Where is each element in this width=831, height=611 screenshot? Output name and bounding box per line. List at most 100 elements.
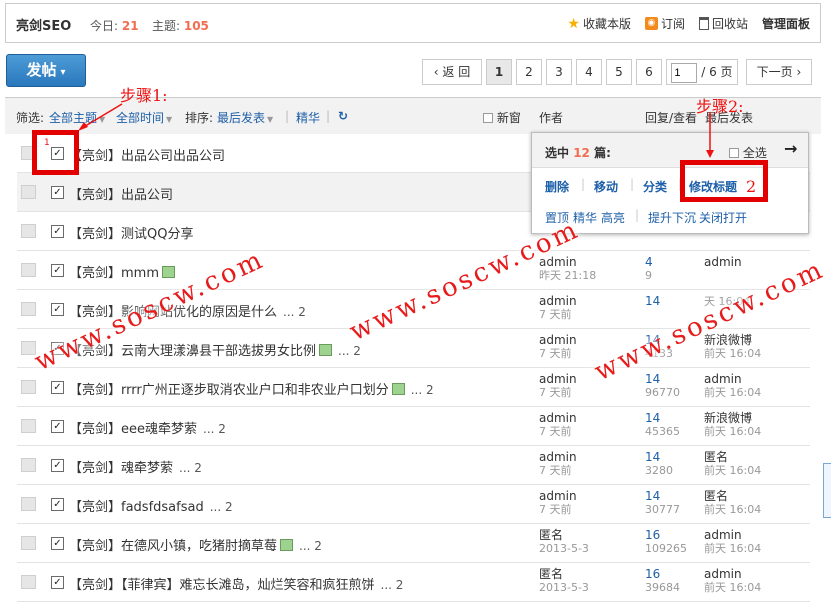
thread-author: 匿名 2013-5-3 [539,568,589,595]
author-name[interactable]: admin [539,373,577,386]
thread-title-line: 【亮剑】fadsfdsafsad ... 2 [69,496,233,515]
delete-button[interactable]: 删除 [545,178,569,195]
thread-row[interactable]: ✓ 【亮剑】在德风小镇，吃猪肘摘草莓 ... 2 匿名 2013-5-3 16 109265… [17,524,810,563]
digest-button[interactable]: 精华 [573,209,597,226]
thread-title[interactable]: 【亮剑】在德风小镇，吃猪肘摘草莓 [69,539,277,554]
author-name[interactable]: 匿名 [539,529,589,542]
sort-last-post[interactable]: 最后发表 ▼ [217,109,273,126]
page-5[interactable]: 5 [606,59,632,85]
reply-count[interactable]: 16 [645,568,680,581]
last-time: 前天 16:04 [704,542,762,555]
page-6[interactable]: 6 [636,59,662,85]
reply-count[interactable]: 14 [645,295,660,308]
reply-count[interactable]: 14 [645,490,680,503]
thread-checkbox[interactable]: ✓ [51,576,64,589]
thread-pages[interactable]: ... 2 [411,383,434,397]
recycle-link[interactable]: 回收站 [698,15,748,32]
image-icon [162,266,175,278]
next-page-button[interactable]: 下一页 › [746,59,812,85]
side-tab[interactable] [823,463,831,518]
reply-count[interactable]: 14 [645,373,680,386]
last-user[interactable]: 新浪微博 [704,412,761,425]
arrow-right-icon[interactable]: → [784,139,797,158]
thread-last-post: 匿名 前天 16:04 [704,490,761,517]
thread-last-post: admin 前天 16:04 [704,529,762,556]
author-name[interactable]: admin [539,334,577,347]
thread-row[interactable]: ✓ 【亮剑】eee魂牵梦萦 ... 2 admin 7 天前 14 45365 新浪微博 前天 … [17,407,810,446]
thread-checkbox[interactable]: ✓ [51,381,64,394]
checkbox-icon [483,113,493,123]
thread-checkbox[interactable]: ✓ [51,186,64,199]
view-count: 30777 [645,503,680,516]
thread-pages[interactable]: ... 2 [283,305,306,319]
last-user[interactable]: admin [704,373,761,386]
filter-digest[interactable]: 精华 [296,109,320,126]
thread-row[interactable]: ✓ 【亮剑】【菲律宾】难忘长滩岛，灿烂笑容和疯狂煎饼 ... 2 匿名 2013-5-3… [17,563,810,602]
thread-checkbox[interactable]: ✓ [51,225,64,238]
thread-pages[interactable]: ... 2 [299,539,322,553]
reply-count[interactable]: 16 [645,529,687,542]
thread-row[interactable]: ✓ 【亮剑】魂牵梦萦 ... 2 admin 7 天前 14 3280 匿名 前天 16:04 [17,446,810,485]
page-4[interactable]: 4 [576,59,602,85]
new-window-toggle[interactable]: 新窗 [483,109,521,126]
thread-title[interactable]: 【亮剑】rrrr广州正逐步取消农业户口和非农业户口划分 [69,383,389,398]
thread-checkbox[interactable]: ✓ [51,264,64,277]
thread-checkbox[interactable]: ✓ [51,537,64,550]
page-3[interactable]: 3 [546,59,572,85]
thread-pages[interactable]: ... 2 [381,578,404,592]
page-input[interactable] [671,63,698,83]
refresh-icon[interactable]: ↻ [338,109,348,123]
last-user[interactable]: admin [704,529,761,542]
thread-checkbox[interactable]: ✓ [51,420,64,433]
favorite-link[interactable]: ★ 收藏本版 [567,15,631,32]
thread-pages[interactable]: ... 2 [179,461,202,475]
author-name[interactable]: 匿名 [539,568,589,581]
author-name[interactable]: admin [539,295,577,308]
thread-checkbox[interactable]: ✓ [51,303,64,316]
last-user[interactable]: 匿名 [704,490,761,503]
thread-checkbox[interactable]: ✓ [51,459,64,472]
thread-title[interactable]: 【亮剑】【菲律宾】难忘长滩岛，灿烂笑容和疯狂煎饼 [69,578,375,593]
subscribe-link[interactable]: ◉ 订阅 [644,15,685,32]
view-count: 109265 [645,542,687,555]
thread-title-line: 【亮剑】在德风小镇，吃猪肘摘草莓 ... 2 [69,535,322,554]
classify-button[interactable]: 分类 [643,178,667,195]
last-time: 前天 16:04 [704,464,762,477]
last-user[interactable]: 匿名 [704,451,761,464]
thread-pages[interactable]: ... 2 [203,422,226,436]
thread-title[interactable]: 【亮剑】eee魂牵梦萦 [69,422,197,437]
last-time: 前天 16:04 [704,581,762,594]
thread-pages[interactable]: ... 2 [210,500,233,514]
thread-title[interactable]: 【亮剑】出品公司 [69,188,173,203]
thread-title[interactable]: 【亮剑】测试QQ分享 [69,227,193,242]
thread-row[interactable]: ✓ 【亮剑】fadsfdsafsad ... 2 admin 7 天前 14 30777 匿名… [17,485,810,524]
reply-count[interactable]: 14 [645,412,680,425]
author-name[interactable]: admin [539,412,577,425]
select-all-toggle[interactable]: 全选 [729,144,767,161]
reply-count[interactable]: 14 [645,451,673,464]
last-user[interactable]: admin [704,568,761,581]
thread-title[interactable]: 【亮剑】fadsfdsafsad [69,500,204,515]
author-name[interactable]: admin [539,490,577,503]
close-open-button[interactable]: 关闭打开 [699,209,747,226]
reply-count[interactable]: 4 [645,256,653,269]
thread-title[interactable]: 【亮剑】出品公司出品公司 [69,149,225,164]
manage-panel-link[interactable]: 管理面板 [762,15,810,32]
move-button[interactable]: 移动 [594,178,618,195]
folder-icon [21,185,36,199]
thread-title[interactable]: 【亮剑】魂牵梦萦 [69,461,173,476]
back-button[interactable]: ‹ 返 回 [422,59,482,85]
thread-row[interactable]: ✓ 【亮剑】rrrr广州正逐步取消农业户口和非农业户口划分... 2 admin 7 … [17,368,810,407]
thread-title[interactable]: 【亮剑】mmm [69,266,159,281]
last-user[interactable]: admin [704,256,742,269]
post-button[interactable]: 发帖 ▾ [6,54,86,87]
page-2[interactable]: 2 [516,59,542,85]
page-1[interactable]: 1 [486,59,512,85]
forum-title[interactable]: 亮剑SEO [16,15,71,34]
thread-row[interactable]: ✓ 【亮剑】mmm admin 昨天 21:18 4 9 admin [17,251,810,290]
bump-button[interactable]: 提升下沉 [648,209,696,226]
highlight-button[interactable]: 高亮 [601,209,625,226]
thread-checkbox[interactable]: ✓ [51,498,64,511]
author-name[interactable]: admin [539,451,577,464]
folder-icon [21,380,36,394]
